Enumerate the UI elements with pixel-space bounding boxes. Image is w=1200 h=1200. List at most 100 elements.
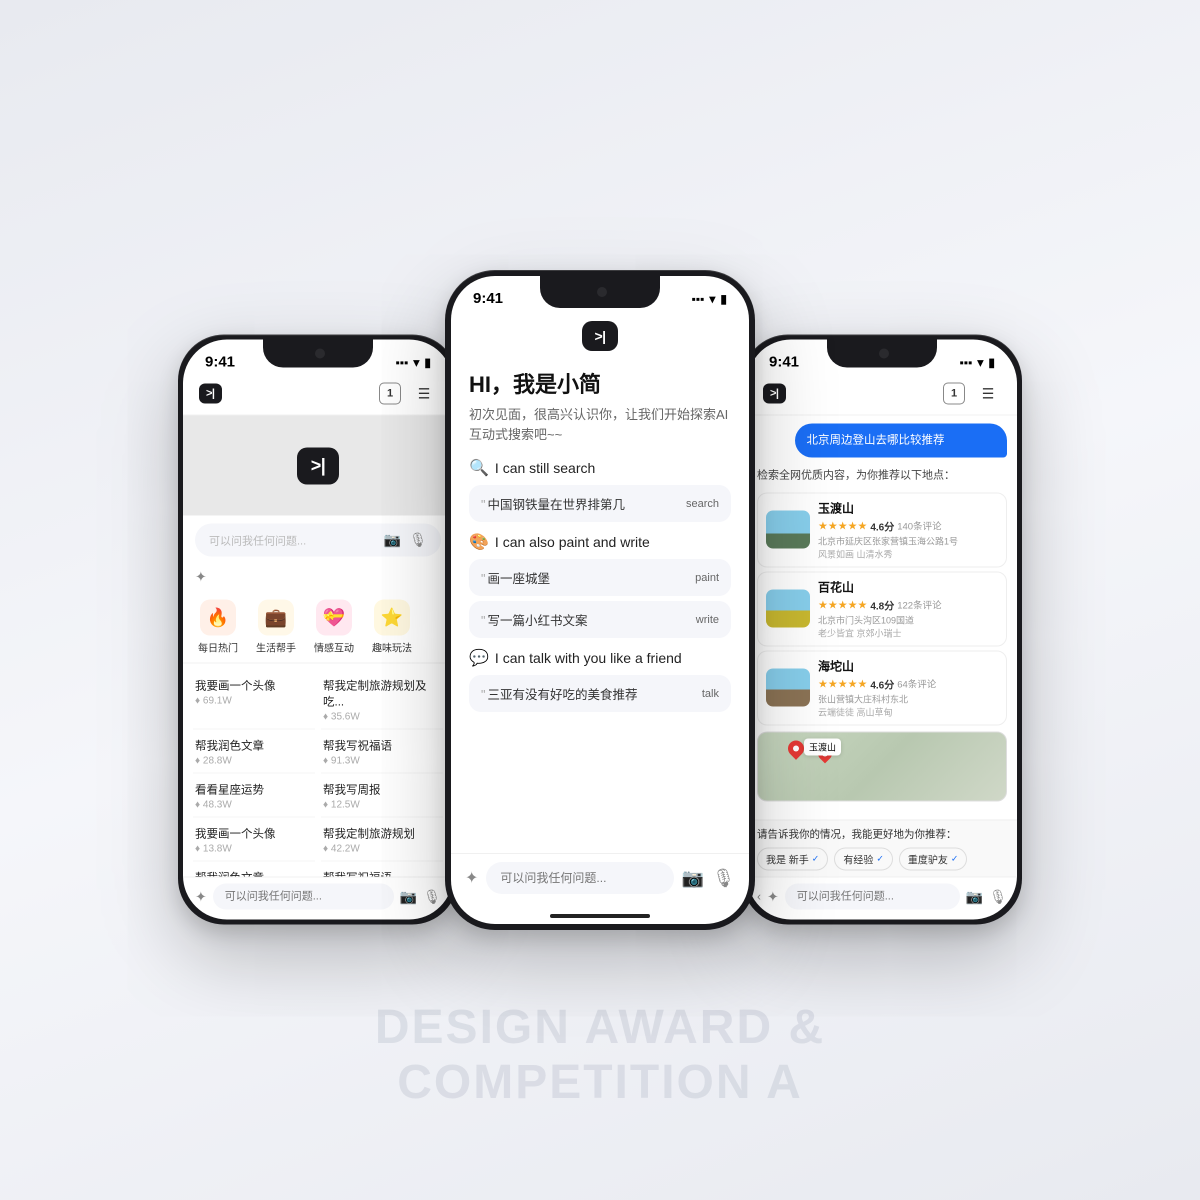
center-main: HI，我是小简 初次见面，很高兴认识你，让我们开始探索AI互动式搜索吧~~ 🔍 … — [451, 357, 749, 853]
tag-label-beginner: 我是 新手 — [766, 852, 809, 867]
list-item[interactable]: 帮我定制旅游规划及吃... ♦ 35.6W — [321, 672, 443, 730]
status-icons-left: ▪▪▪ ▾ ▮ — [396, 355, 431, 369]
feature-text-paint: I can also paint and write — [495, 534, 650, 550]
feature-header-paint: 🎨 I can also paint and write — [469, 532, 731, 552]
back-icon-right[interactable]: ‹ — [757, 890, 761, 904]
tag-experienced[interactable]: 有经验 ✓ — [834, 848, 893, 871]
list-item[interactable]: 看看星座运势 ♦ 48.3W — [193, 776, 315, 818]
cat-icon-fun: ⭐ — [374, 600, 410, 636]
camera-icon-right[interactable]: 📷 — [966, 888, 983, 905]
nav-tab-right[interactable]: 1 — [943, 383, 965, 405]
hamburger-icon-right[interactable]: ☰ — [975, 381, 1001, 407]
mic-icon-bottom-left[interactable]: 🎙 — [423, 888, 441, 905]
list-item[interactable]: 我要画一个头像 ♦ 69.1W — [193, 672, 315, 730]
feature-talk: 💬 I can talk with you like a friend "三亚有… — [469, 648, 731, 712]
recommend-text: 请告诉我你的情况，我能更好地为你推荐： — [757, 827, 1007, 842]
mic-icon-left: 🎙 — [409, 532, 427, 549]
list-item[interactable]: 帮我润色文章 ♦ 7.8W — [193, 864, 315, 877]
tag-hardcore[interactable]: 重度驴友 ✓ — [899, 848, 968, 871]
list-item[interactable]: 帮我写周报 ♦ 12.5W — [321, 776, 443, 818]
recommend-section: 请告诉我你的情况，我能更好地为你推荐： 我是 新手 ✓ 有经验 ✓ 重度驴友 ✓ — [747, 820, 1017, 877]
list-item[interactable]: 帮我写祝福语 ♦ 91.3W — [321, 732, 443, 774]
feature-text-search: I can still search — [495, 460, 595, 476]
mic-icon-center[interactable]: 🎙 — [712, 868, 735, 889]
center-input[interactable] — [486, 862, 673, 894]
place-stars-3: ★★★★★ — [818, 677, 867, 690]
nav-tab-left[interactable]: 1 — [379, 383, 401, 405]
cat-life[interactable]: 💼 生活帮手 — [251, 600, 301, 655]
camera-center — [597, 287, 607, 297]
camera-icon-center[interactable]: 📷 — [682, 868, 704, 889]
wifi-icon-center: ▾ — [709, 292, 715, 306]
place-img-3 — [766, 669, 810, 707]
left-search-bar[interactable]: 可以问我任何问题... 📷 🎙 — [195, 524, 441, 557]
list-item[interactable]: 我要画一个头像 ♦ 13.8W — [193, 820, 315, 862]
list-title: 帮我润色文章 — [195, 870, 313, 877]
right-chat-area: 北京周边登山去哪比较推荐 检索全网优质内容，为你推荐以下地点： 玉渡山 — [747, 416, 1017, 820]
nav-logo-left[interactable]: >| — [199, 384, 222, 404]
list-item[interactable]: 帮我写祝福语 ♦ 6.4W — [321, 864, 443, 877]
list-title: 看看星座运势 — [195, 782, 313, 798]
write-card[interactable]: "写一篇小红书文案 write — [469, 601, 731, 638]
cat-hot[interactable]: 🔥 每日热门 — [193, 600, 243, 655]
place-addr-3: 张山营镇大庄科村东北 — [818, 692, 998, 705]
place-name-2: 百花山 — [818, 578, 998, 595]
paint-card[interactable]: "画一座城堡 paint — [469, 559, 731, 596]
sparkle-icon-center: ✦ — [465, 868, 478, 888]
camera-icon-left: 📷 — [384, 532, 401, 549]
place-tags-3: 云端徒徒 高山草甸 — [818, 705, 998, 718]
talk-card[interactable]: "三亚有没有好吃的美食推荐 talk — [469, 675, 731, 712]
list-count: ♦ 48.3W — [195, 800, 313, 811]
cat-fun[interactable]: ⭐ 趣味玩法 — [367, 600, 417, 655]
write-btn[interactable]: write — [696, 614, 719, 626]
cat-emotion[interactable]: 💝 情感互动 — [309, 600, 359, 655]
notch-left — [263, 340, 373, 368]
list-title: 我要画一个头像 — [195, 826, 313, 842]
list-item[interactable]: 帮我润色文章 ♦ 28.8W — [193, 732, 315, 774]
tag-label-hardcore: 重度驴友 — [908, 852, 948, 867]
mic-icon-right[interactable]: 🎙 — [989, 888, 1007, 905]
place-reviews-1: 140条评论 — [897, 519, 941, 533]
nav-logo-right[interactable]: >| — [763, 384, 786, 404]
search-btn[interactable]: search — [686, 498, 719, 510]
cat-label-hot: 每日热门 — [198, 640, 238, 655]
search-card[interactable]: "中国钢铁量在世界排第几 search — [469, 485, 731, 522]
feature-header-talk: 💬 I can talk with you like a friend — [469, 648, 731, 668]
list-count: ♦ 12.5W — [323, 800, 441, 811]
center-title: HI，我是小简 — [469, 367, 731, 399]
check-icon-hardcore: ✓ — [951, 854, 959, 865]
hamburger-icon-left[interactable]: ☰ — [411, 381, 437, 407]
left-input[interactable] — [213, 884, 394, 910]
place-score-3: 4.6分 — [870, 676, 894, 691]
tag-label-experienced: 有经验 — [843, 852, 873, 867]
place-item-2[interactable]: 百花山 ★★★★★ 4.8分 122条评论 北京市门头沟区109国道 老少皆宜 … — [757, 571, 1007, 646]
left-actions: ✦ — [183, 565, 453, 594]
hero-logo-left: >| — [297, 447, 340, 484]
battery-icon-left: ▮ — [424, 355, 431, 369]
left-bottom-bar: ✦ 📷 🎙 — [183, 877, 453, 920]
place-item-3[interactable]: 海坨山 ★★★★★ 4.6分 64条评论 张山营镇大庄科村东北 云端徒徒 高山草… — [757, 650, 1007, 725]
write-card-text: "写一篇小红书文案 — [481, 610, 587, 629]
talk-btn[interactable]: talk — [702, 688, 719, 700]
list-count: ♦ 28.8W — [195, 756, 313, 767]
place-img-2 — [766, 590, 810, 628]
place-info-3: 海坨山 ★★★★★ 4.6分 64条评论 张山营镇大庄科村东北 云端徒徒 高山草… — [818, 657, 998, 718]
right-input[interactable] — [785, 884, 960, 910]
place-stars-2: ★★★★★ — [818, 598, 867, 611]
battery-icon-center: ▮ — [720, 292, 727, 306]
paint-btn[interactable]: paint — [695, 572, 719, 584]
signal-icon-left: ▪▪▪ — [396, 355, 409, 369]
place-item-1[interactable]: 玉渡山 ★★★★★ 4.6分 140条评论 北京市延庆区张家营镇玉海公路1号 风… — [757, 492, 1007, 567]
camera-icon-bottom-left[interactable]: 📷 — [400, 888, 417, 905]
talk-emoji: 💬 — [469, 648, 489, 668]
list-count: ♦ 91.3W — [323, 756, 441, 767]
list-title: 帮我写祝福语 — [323, 870, 441, 877]
home-bar-center — [550, 914, 650, 918]
right-content: 9:41 ▪▪▪ ▾ ▮ >| 1 ☰ 北京周边登山 — [747, 340, 1017, 920]
response-text: 检索全网优质内容，为你推荐以下地点： — [757, 468, 1007, 485]
search-card-text: "中国钢铁量在世界排第几 — [481, 494, 625, 513]
notch-right — [827, 340, 937, 368]
time-right: 9:41 — [769, 354, 799, 371]
tag-beginner[interactable]: 我是 新手 ✓ — [757, 848, 828, 871]
list-item[interactable]: 帮我定制旅游规划 ♦ 42.2W — [321, 820, 443, 862]
